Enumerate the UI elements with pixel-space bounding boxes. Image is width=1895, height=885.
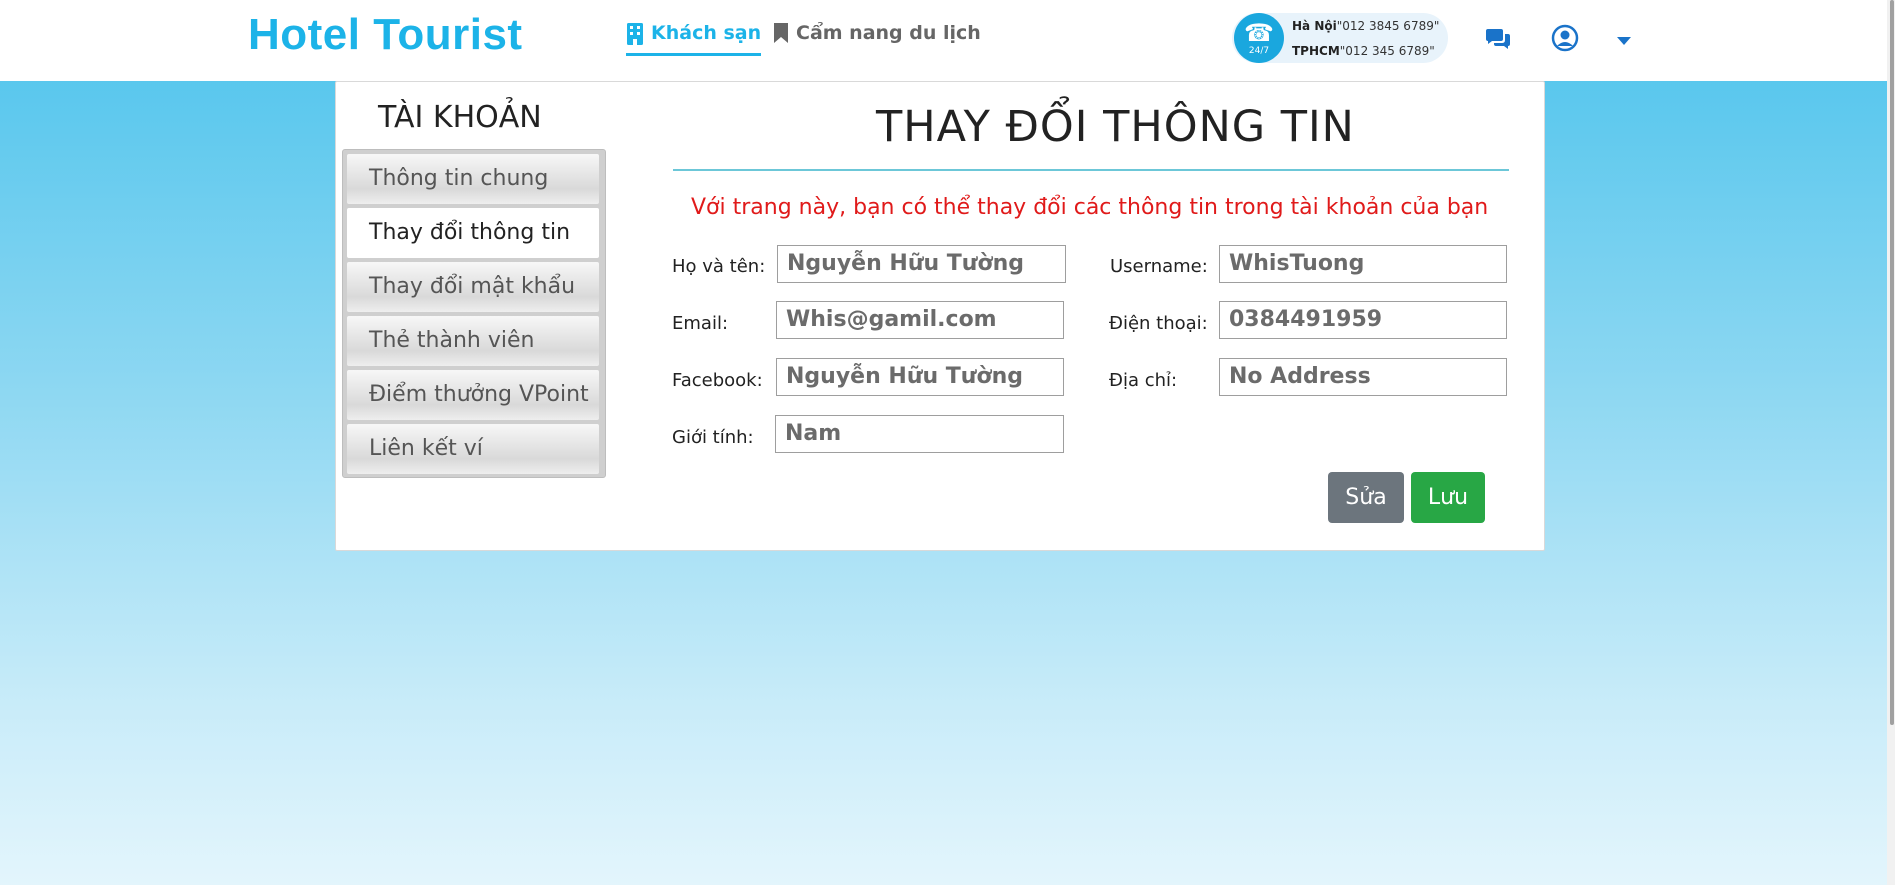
bookmark-icon	[774, 23, 788, 43]
sidebar-item-wallet-link[interactable]: Liên kết ví	[347, 424, 599, 474]
nav-hotels[interactable]: Khách sạn	[626, 22, 762, 56]
facebook-field[interactable]: Nguyễn Hữu Tường	[776, 358, 1064, 396]
phone-field[interactable]: 0384491959	[1219, 301, 1507, 339]
address-field[interactable]: No Address	[1219, 358, 1507, 396]
sidebar-item-general-info[interactable]: Thông tin chung	[347, 154, 599, 204]
edit-button[interactable]: Sửa	[1328, 472, 1404, 523]
sidebar-item-vpoint[interactable]: Điểm thưởng VPoint	[347, 370, 599, 420]
facebook-label: Facebook:	[672, 370, 763, 391]
user-icon[interactable]	[1551, 24, 1579, 52]
hotline-24-7: 24/7	[1248, 45, 1270, 56]
caret-down-icon[interactable]	[1616, 36, 1632, 46]
sidebar-title: TÀI KHOẢN	[378, 100, 542, 135]
nav-travel-guide[interactable]: Cẩm nang du lịch	[773, 22, 981, 56]
email-label: Email:	[672, 313, 729, 334]
phone-label: Điện thoại:	[1109, 313, 1208, 334]
hotline-hanoi: Hà Nội"012 3845 6789"	[1292, 19, 1439, 33]
hotline-city: Hà Nội	[1292, 19, 1337, 33]
site-header: Hotel Tourist Khách sạn Cẩm nang du lịch…	[0, 0, 1895, 81]
hotline-hcm: TPHCM"012 345 6789"	[1292, 44, 1435, 58]
nav-travel-guide-label: Cẩm nang du lịch	[796, 22, 981, 44]
sidebar-item-change-password[interactable]: Thay đổi mật khẩu	[347, 262, 599, 312]
hotline-box: ☎ 24/7 Hà Nội"012 3845 6789" TPHCM"012 3…	[1232, 13, 1448, 63]
address-label: Địa chỉ:	[1109, 370, 1178, 391]
username-field[interactable]: WhisTuong	[1219, 245, 1507, 283]
fullname-field[interactable]: Nguyễn Hữu Tường	[777, 245, 1066, 283]
hotline-phone: "012 3845 6789"	[1336, 19, 1440, 33]
fullname-label: Họ và tên:	[672, 256, 766, 277]
building-icon	[627, 23, 643, 45]
hotline-city: TPHCM	[1292, 44, 1340, 58]
sidebar-item-change-info[interactable]: Thay đổi thông tin	[347, 208, 599, 258]
sidebar-menu: Thông tin chung Thay đổi thông tin Thay …	[342, 149, 606, 478]
gender-field[interactable]: Nam	[775, 415, 1064, 453]
sidebar-item-member-card[interactable]: Thẻ thành viên	[347, 316, 599, 366]
title-divider	[673, 169, 1509, 171]
page-scrollbar-thumb[interactable]	[1890, 0, 1894, 725]
chat-icon[interactable]	[1484, 28, 1512, 52]
phone-icon: ☎	[1244, 18, 1274, 47]
site-logo[interactable]: Hotel Tourist	[248, 10, 523, 60]
gender-label: Giới tính:	[672, 427, 754, 448]
nav-hotels-label: Khách sạn	[651, 22, 762, 44]
username-label: Username:	[1110, 256, 1208, 277]
hotline-badge: ☎ 24/7	[1234, 13, 1284, 63]
page-title: THAY ĐỔI THÔNG TIN	[876, 102, 1355, 152]
save-button[interactable]: Lưu	[1411, 472, 1485, 523]
intro-text: Với trang này, bạn có thể thay đổi các t…	[691, 195, 1489, 220]
account-card: TÀI KHOẢN Thông tin chung Thay đổi thông…	[335, 81, 1545, 551]
hotline-phone: "012 345 6789"	[1339, 44, 1435, 58]
email-field[interactable]: Whis@gamil.com	[776, 301, 1064, 339]
